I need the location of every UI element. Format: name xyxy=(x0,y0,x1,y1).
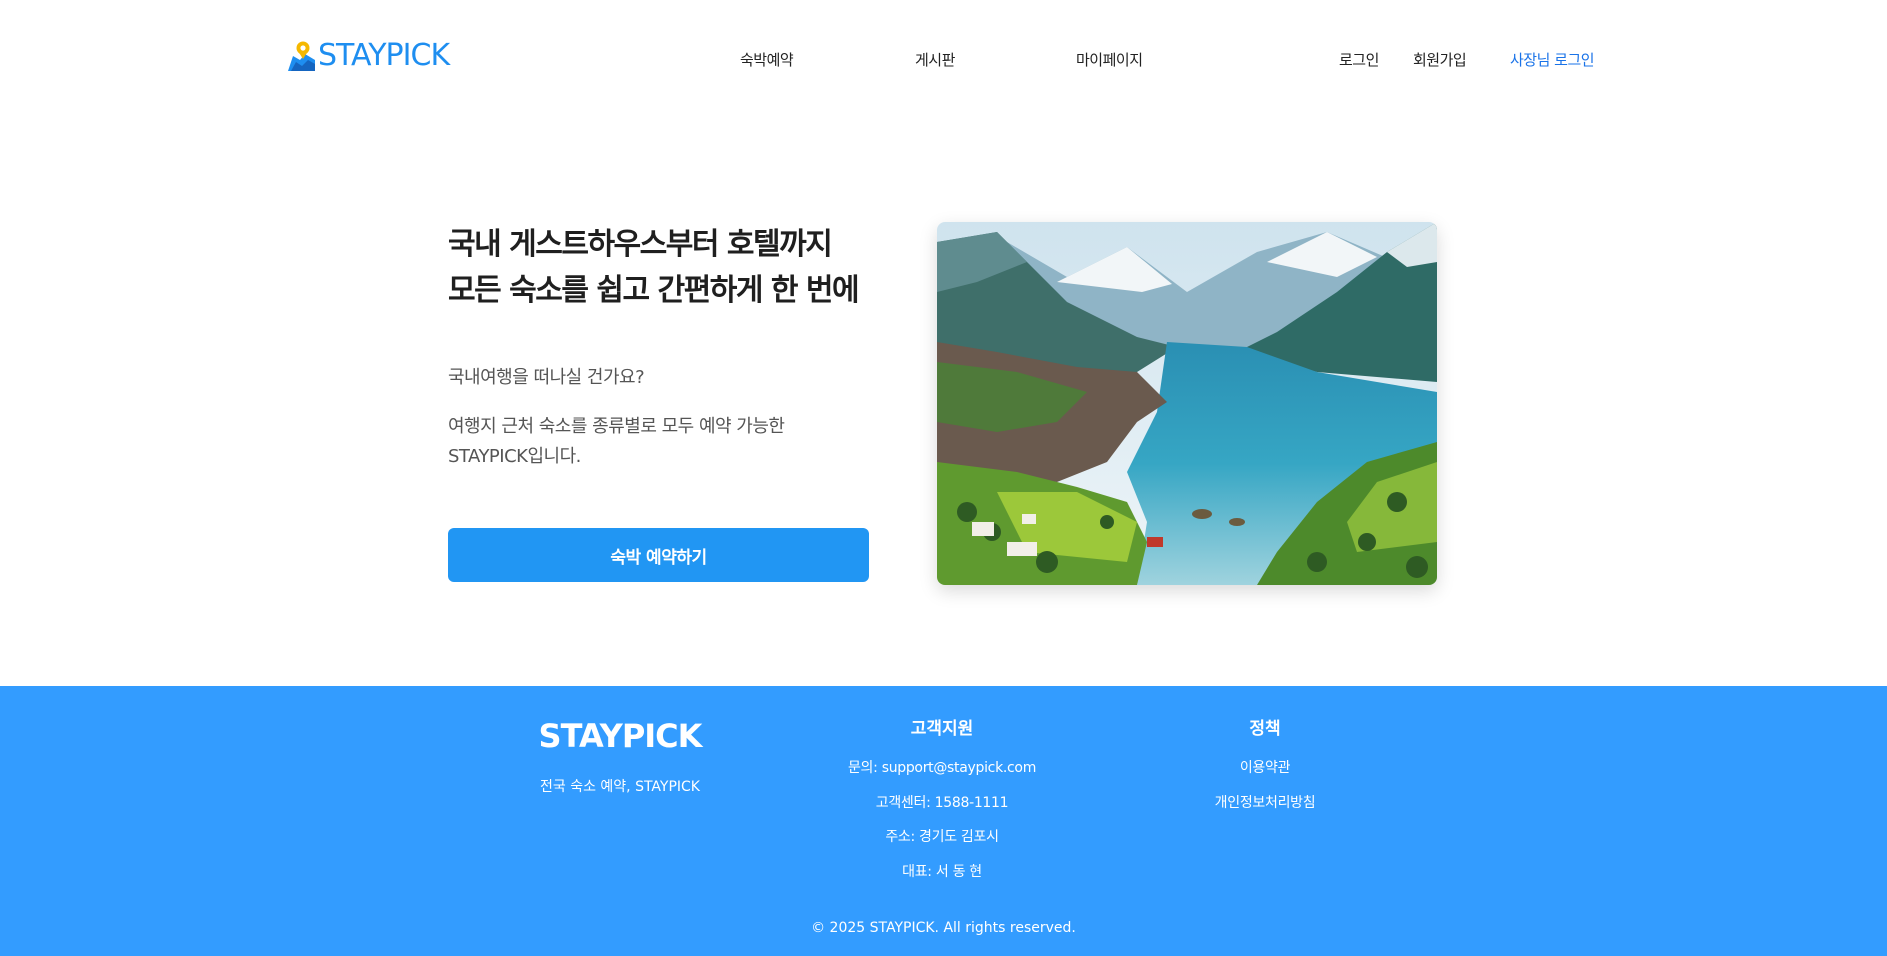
map-pin-icon xyxy=(288,41,315,71)
support-email: 문의: support@staypick.com xyxy=(847,760,1037,776)
hero-landscape-image xyxy=(937,222,1437,585)
site-footer: STAYPICK 전국 숙소 예약, STAYPICK 고객지원 문의: sup… xyxy=(0,686,1887,956)
copyright: © 2025 STAYPICK. All rights reserved. xyxy=(811,920,1076,936)
footer-policy-title: 정책 xyxy=(1249,719,1281,739)
footer-brand-name: STAYPICK xyxy=(538,717,703,755)
hero-title-line-2: 모든 숙소를 쉽고 간편하게 한 번에 xyxy=(448,273,860,308)
hero-subtitle: 국내여행을 떠나실 건가요? xyxy=(448,367,645,388)
support-ceo: 대표: 서 동 현 xyxy=(902,863,982,880)
hero-description: 여행지 근처 숙소를 종류별로 모두 예약 가능한 STAYPICK입니다. xyxy=(448,416,785,467)
support-address: 주소: 경기도 김포시 xyxy=(885,829,999,845)
login-link[interactable]: 로그인 xyxy=(1339,49,1379,70)
footer-brand: STAYPICK 전국 숙소 예약, STAYPICK xyxy=(520,716,720,796)
nav-item-board[interactable]: 게시판 xyxy=(915,49,955,70)
nav-item-booking[interactable]: 숙박예약 xyxy=(740,49,794,70)
book-stay-button[interactable]: 숙박 예약하기 xyxy=(448,528,869,582)
footer-tagline: 전국 숙소 예약, STAYPICK xyxy=(539,779,700,795)
signup-link[interactable]: 회원가입 xyxy=(1413,49,1467,70)
hero-title-line-1: 국내 게스트하우스부터 호텔까지 xyxy=(448,227,833,262)
site-header: STAYPICK 숙박예약 게시판 마이페이지 로그인 회원가입 사장님 로그인 xyxy=(0,0,1887,118)
hero-title: 국내 게스트하우스부터 호텔까지 모든 숙소를 쉽고 간편하게 한 번에 xyxy=(448,222,860,314)
logo[interactable]: STAYPICK xyxy=(288,38,450,73)
support-phone: 고객센터: 1588-1111 xyxy=(875,794,1009,811)
privacy-policy-link[interactable]: 개인정보처리방침 xyxy=(1165,793,1365,813)
footer-support: 고객지원 문의: support@staypick.com 고객센터: 1588… xyxy=(842,718,1042,896)
footer-policy: 정책 이용약관 개인정보처리방침 xyxy=(1165,718,1365,827)
footer-support-title: 고객지원 xyxy=(910,719,974,739)
nav-item-mypage[interactable]: 마이페이지 xyxy=(1076,49,1143,70)
terms-link[interactable]: 이용약관 xyxy=(1165,758,1365,778)
logo-text: STAYPICK xyxy=(318,38,450,73)
owner-login-link[interactable]: 사장님 로그인 xyxy=(1510,49,1595,70)
